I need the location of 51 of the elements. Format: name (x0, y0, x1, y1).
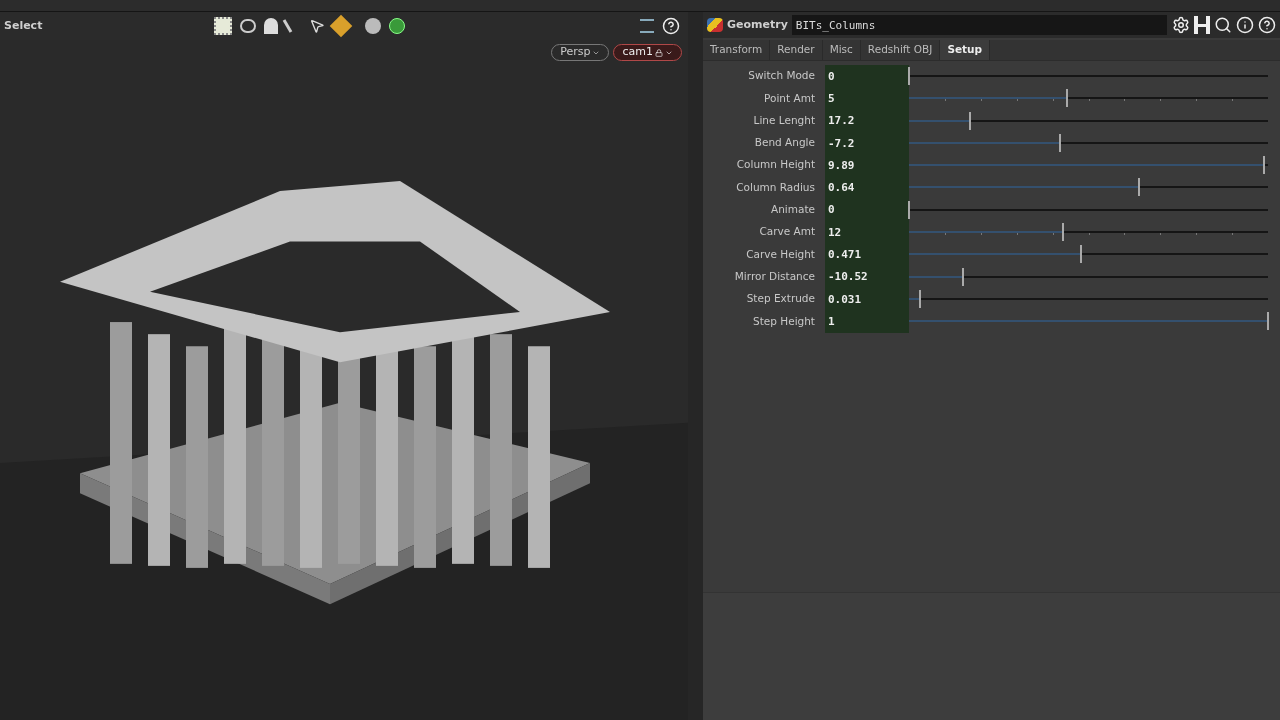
node-name-field[interactable]: BITs_Columns (791, 15, 1167, 35)
parameter-field[interactable]: 0 (825, 65, 909, 88)
parameter-field[interactable]: 12 (825, 221, 909, 244)
parameter-label: Mirror Distance (733, 268, 816, 284)
help-icon[interactable] (1258, 16, 1276, 34)
parameter-slider[interactable] (909, 87, 1268, 110)
parameter-label: Column Radius (735, 179, 816, 195)
parameter-slider[interactable] (909, 131, 1268, 155)
display-options-icon[interactable] (640, 19, 654, 33)
parameter-tab[interactable]: Setup (940, 40, 991, 60)
parameter-label: Carve Height (745, 246, 816, 262)
parameter-field[interactable]: 5 (825, 87, 909, 110)
parameter-slider[interactable] (909, 154, 1268, 177)
view-menu[interactable]: Persp (551, 44, 610, 61)
search-icon[interactable] (1214, 16, 1232, 34)
parameter-field[interactable]: 0.031 (825, 287, 909, 311)
parameter-slider[interactable] (909, 176, 1268, 199)
camera-menu[interactable]: cam1 (613, 44, 682, 61)
parameter-label: Bend Angle (753, 135, 816, 151)
parameter-slider[interactable] (909, 221, 1268, 244)
parameter-slider[interactable] (909, 109, 1268, 132)
parameter-field[interactable]: -7.2 (825, 131, 909, 155)
parameter-slider[interactable] (909, 65, 1268, 88)
parameter-label: Carve Amt (758, 224, 816, 240)
parameter-field[interactable]: 0 (825, 198, 909, 222)
lock-icon (655, 48, 663, 57)
parameter-field[interactable]: 9.89 (825, 154, 909, 177)
parameter-field[interactable]: 17.2 (825, 109, 909, 132)
info-icon[interactable] (1236, 16, 1254, 34)
parameter-label: Switch Mode (747, 68, 816, 84)
parameter-slider[interactable] (909, 243, 1268, 266)
parameter-field[interactable]: 0.64 (825, 176, 909, 199)
parameter-field[interactable]: 0.471 (825, 243, 909, 266)
parameter-field[interactable]: -10.52 (825, 265, 909, 288)
parameter-label: Line Lenght (752, 112, 816, 128)
parameter-label: Step Extrude (745, 291, 816, 307)
parameter-slider[interactable] (909, 198, 1268, 222)
parameter-label: Column Height (735, 157, 816, 173)
settings-icon[interactable] (1172, 16, 1190, 34)
help-icon[interactable] (662, 17, 680, 35)
parameter-field[interactable]: 1 (825, 310, 909, 333)
parameter-slider[interactable] (909, 287, 1268, 311)
parameter-slider[interactable] (909, 310, 1268, 333)
node-type: Geometry (727, 16, 788, 33)
parameter-label: Point Amt (763, 90, 816, 106)
parameter-slider[interactable] (909, 265, 1268, 288)
geometry-node-icon (707, 18, 723, 32)
box-select-icon[interactable] (214, 17, 232, 35)
parameter-label: Animate (770, 202, 816, 218)
mode-label: Select (4, 17, 44, 34)
parameter-label: Step Height (752, 313, 816, 329)
